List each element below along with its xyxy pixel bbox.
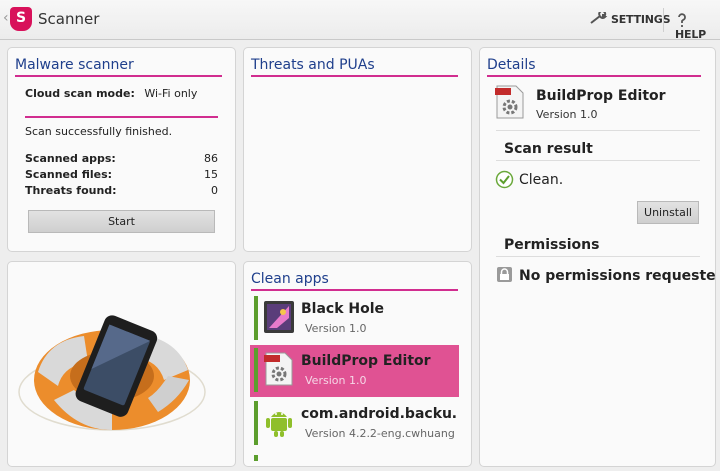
- help-label: HELP: [675, 28, 706, 41]
- list-overflow-bar: [254, 455, 258, 461]
- buildprop-gear-icon: [264, 352, 293, 386]
- status-rule: [25, 116, 218, 118]
- settings-label: SETTINGS: [611, 13, 671, 26]
- black-hole-icon: [264, 301, 294, 333]
- page-title: Scanner: [38, 10, 100, 28]
- panel-title: Clean apps: [251, 271, 329, 287]
- action-bar: ‹ S Scanner SETTINGS HELP: [0, 0, 720, 41]
- app-version: Version 1.0: [305, 374, 367, 387]
- detail-app-version: Version 1.0: [536, 108, 598, 121]
- scanned-apps-label: Scanned apps:: [25, 152, 116, 165]
- panel-title: Threats and PUAs: [251, 57, 375, 73]
- cloud-scan-value: Wi-Fi only: [144, 87, 198, 100]
- threats-found-value: 0: [211, 184, 218, 197]
- lock-icon: [497, 267, 512, 282]
- malware-scanner-panel: Malware scanner Cloud scan mode: Wi-Fi o…: [7, 47, 236, 252]
- threats-found-label: Threats found:: [25, 184, 117, 197]
- scanned-files-label: Scanned files:: [25, 168, 113, 181]
- clean-apps-panel: Clean apps Black Hole Version 1.0 BuildP…: [243, 261, 472, 467]
- title-rule: [15, 75, 222, 77]
- title-rule: [251, 289, 458, 291]
- app-name: com.android.backu…: [301, 406, 456, 422]
- list-item[interactable]: com.android.backu… Version 4.2.2-eng.cwh…: [250, 398, 459, 450]
- details-panel: Details BuildProp Editor Version 1.0 Sca…: [479, 47, 716, 467]
- status-bar: [254, 296, 258, 340]
- scan-result-value: Clean.: [519, 172, 564, 188]
- scanned-apps-value: 86: [204, 152, 218, 165]
- sophos-shield-icon[interactable]: S: [10, 7, 32, 31]
- app-version: Version 4.2.2-eng.cwhuang…: [305, 427, 455, 440]
- list-item[interactable]: Black Hole Version 1.0: [250, 293, 459, 345]
- panel-title: Details: [487, 57, 536, 73]
- check-circle-icon: [495, 170, 514, 189]
- scan-result-heading: Scan result: [504, 141, 593, 157]
- help-button[interactable]: HELP: [675, 12, 720, 41]
- divider: [496, 160, 700, 161]
- status-bar: [254, 401, 258, 445]
- permissions-text: No permissions requested.: [519, 268, 716, 284]
- wrench-icon: [590, 9, 608, 24]
- divider: [663, 8, 664, 32]
- buildprop-gear-icon: [495, 85, 524, 119]
- android-robot-icon: [266, 412, 292, 437]
- lifebuoy-phone-illustration: [18, 315, 206, 431]
- scan-status: Scan successfully finished.: [25, 125, 173, 138]
- status-bar: [254, 348, 258, 392]
- scanned-files-value: 15: [204, 168, 218, 181]
- detail-app-name: BuildProp Editor: [536, 88, 666, 104]
- title-rule: [251, 75, 458, 77]
- question-icon: [678, 13, 686, 27]
- cloud-scan-row: Cloud scan mode: Wi-Fi only: [25, 87, 197, 100]
- cloud-scan-label: Cloud scan mode:: [25, 87, 135, 100]
- list-item-selected[interactable]: BuildProp Editor Version 1.0: [250, 345, 459, 397]
- illustration-panel: [7, 261, 236, 467]
- panel-title: Malware scanner: [15, 57, 134, 73]
- settings-button[interactable]: SETTINGS: [589, 9, 671, 26]
- back-caret-icon[interactable]: ‹: [3, 10, 9, 26]
- divider: [496, 256, 700, 257]
- uninstall-button[interactable]: Uninstall: [637, 201, 699, 224]
- divider: [496, 130, 700, 131]
- title-rule: [487, 75, 701, 77]
- app-name: Black Hole: [301, 301, 385, 317]
- app-version: Version 1.0: [305, 322, 367, 335]
- threats-panel: Threats and PUAs: [243, 47, 472, 252]
- start-button[interactable]: Start: [28, 210, 215, 233]
- permissions-heading: Permissions: [504, 237, 600, 253]
- app-name: BuildProp Editor: [301, 353, 431, 369]
